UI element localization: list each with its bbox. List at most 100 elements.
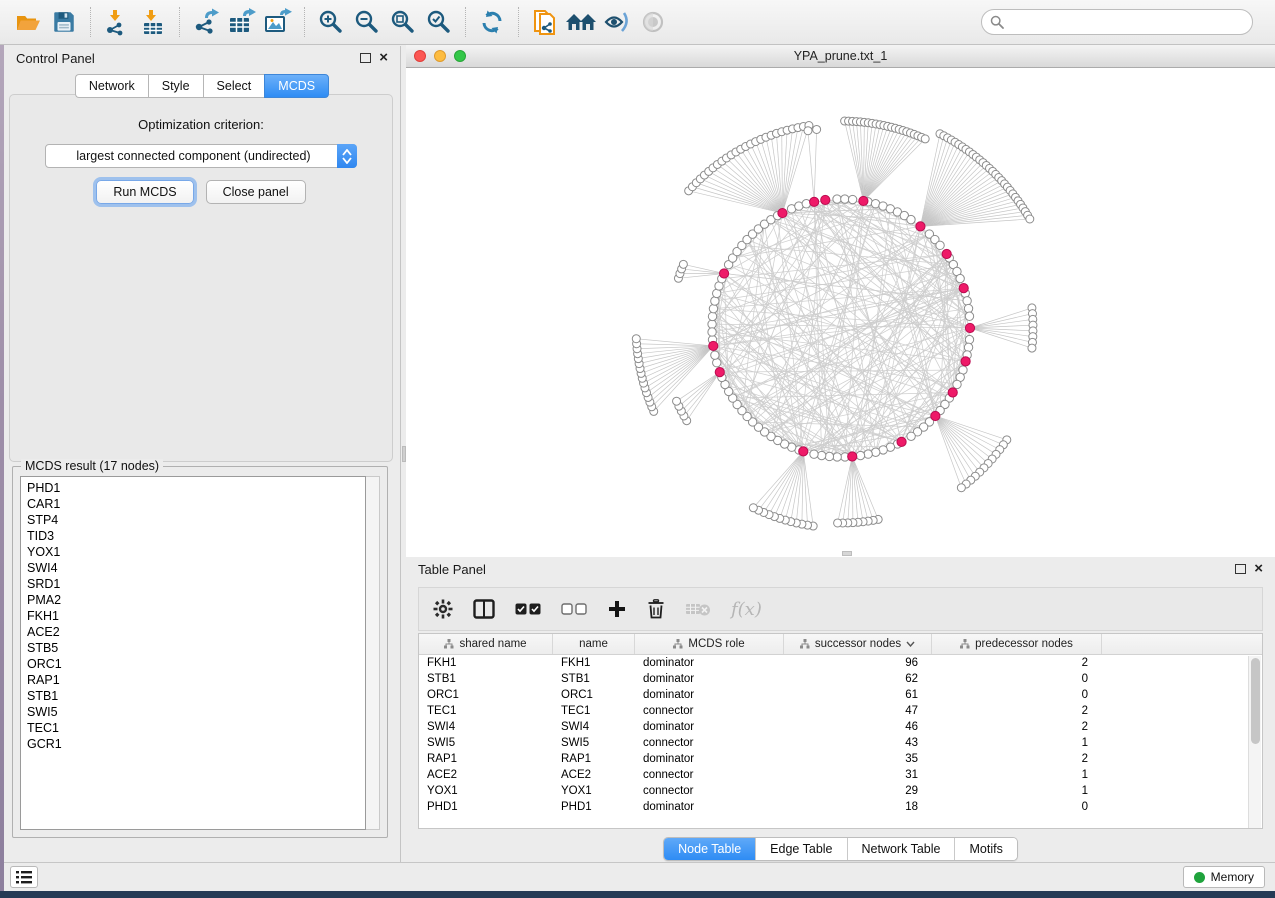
network-canvas[interactable] bbox=[406, 68, 1275, 556]
tab-network[interactable]: Network bbox=[75, 74, 148, 98]
memory-button[interactable]: Memory bbox=[1183, 866, 1265, 888]
network-node[interactable] bbox=[817, 451, 825, 459]
zoom-in-icon[interactable] bbox=[313, 5, 349, 39]
zoom-out-icon[interactable] bbox=[349, 5, 385, 39]
close-panel-icon[interactable]: × bbox=[379, 53, 388, 63]
run-mcds-button[interactable]: Run MCDS bbox=[96, 180, 193, 204]
network-node[interactable] bbox=[953, 380, 961, 388]
column-header-shared-name[interactable]: shared name bbox=[419, 634, 553, 654]
add-column-icon[interactable] bbox=[607, 599, 627, 619]
mcds-hub-node[interactable] bbox=[715, 368, 724, 377]
mcds-hub-node[interactable] bbox=[916, 222, 925, 231]
search-field[interactable] bbox=[981, 9, 1253, 35]
hide-details-icon[interactable] bbox=[599, 5, 635, 39]
network-node[interactable] bbox=[713, 359, 721, 367]
network-node[interactable] bbox=[864, 450, 872, 458]
leaf-node[interactable] bbox=[673, 397, 681, 405]
show-column-panel-icon[interactable] bbox=[473, 599, 495, 619]
mcds-hub-node[interactable] bbox=[821, 195, 830, 204]
export-table-icon[interactable] bbox=[224, 5, 260, 39]
network-node[interactable] bbox=[936, 241, 944, 249]
network-node[interactable] bbox=[708, 328, 716, 336]
mcds-result-item[interactable]: TEC1 bbox=[27, 720, 365, 736]
show-details-icon[interactable] bbox=[635, 5, 671, 39]
zoom-selected-icon[interactable] bbox=[421, 5, 457, 39]
mcds-result-item[interactable]: STB1 bbox=[27, 688, 365, 704]
mcds-hub-node[interactable] bbox=[961, 357, 970, 366]
leaf-node[interactable] bbox=[804, 127, 812, 135]
mcds-hub-node[interactable] bbox=[859, 196, 868, 205]
leaf-node[interactable] bbox=[749, 504, 757, 512]
mcds-result-item[interactable]: YOX1 bbox=[27, 544, 365, 560]
task-history-button[interactable] bbox=[10, 866, 38, 888]
mcds-result-item[interactable]: STB5 bbox=[27, 640, 365, 656]
mcds-result-item[interactable]: GCR1 bbox=[27, 736, 365, 752]
network-node[interactable] bbox=[965, 312, 973, 320]
table-row[interactable]: PHD1PHD1dominator180 bbox=[419, 799, 1262, 815]
save-session-icon[interactable] bbox=[46, 5, 82, 39]
import-network-icon[interactable] bbox=[99, 5, 135, 39]
mcds-list-scrollbar[interactable] bbox=[366, 476, 380, 830]
mcds-result-item[interactable]: SWI5 bbox=[27, 704, 365, 720]
table-scrollbar[interactable] bbox=[1248, 656, 1261, 828]
table-row[interactable]: ACE2ACE2connector311 bbox=[419, 767, 1262, 783]
delete-column-icon[interactable] bbox=[647, 599, 665, 619]
network-node[interactable] bbox=[907, 432, 915, 440]
tab-node-table[interactable]: Node Table bbox=[664, 838, 756, 860]
tab-edge-table[interactable]: Edge Table bbox=[756, 838, 847, 860]
table-row[interactable]: STB1STB1dominator620 bbox=[419, 671, 1262, 687]
mcds-result-item[interactable]: FKH1 bbox=[27, 608, 365, 624]
table-scrollbar-thumb[interactable] bbox=[1251, 658, 1260, 744]
mcds-hub-node[interactable] bbox=[799, 447, 808, 456]
leaf-node[interactable] bbox=[921, 135, 929, 143]
export-image-icon[interactable] bbox=[260, 5, 296, 39]
table-settings-icon[interactable] bbox=[433, 599, 453, 619]
table-row[interactable]: SWI4SWI4dominator462 bbox=[419, 719, 1262, 735]
tab-select[interactable]: Select bbox=[203, 74, 265, 98]
mcds-result-item[interactable]: RAP1 bbox=[27, 672, 365, 688]
network-node[interactable] bbox=[810, 450, 818, 458]
network-node[interactable] bbox=[708, 312, 716, 320]
column-header-MCDS-role[interactable]: MCDS role bbox=[635, 634, 784, 654]
leaf-node[interactable] bbox=[813, 125, 821, 133]
close-table-panel-icon[interactable]: × bbox=[1254, 564, 1263, 574]
table-row[interactable]: YOX1YOX1connector291 bbox=[419, 783, 1262, 799]
mcds-hub-node[interactable] bbox=[959, 284, 968, 293]
leaf-node[interactable] bbox=[632, 335, 640, 343]
network-node[interactable] bbox=[833, 195, 841, 203]
table-row[interactable]: SWI5SWI5connector431 bbox=[419, 735, 1262, 751]
mcds-hub-node[interactable] bbox=[948, 388, 957, 397]
mcds-hub-node[interactable] bbox=[778, 208, 787, 217]
network-node[interactable] bbox=[856, 451, 864, 459]
zoom-fit-icon[interactable] bbox=[385, 5, 421, 39]
search-input[interactable] bbox=[1009, 15, 1244, 29]
open-file-icon[interactable] bbox=[10, 5, 46, 39]
mcds-hub-node[interactable] bbox=[931, 411, 940, 420]
tab-network-table[interactable]: Network Table bbox=[848, 838, 956, 860]
float-table-panel-icon[interactable] bbox=[1235, 564, 1246, 574]
float-panel-icon[interactable] bbox=[360, 53, 371, 63]
home-icon[interactable] bbox=[563, 5, 599, 39]
network-node[interactable] bbox=[841, 195, 849, 203]
select-all-icon[interactable] bbox=[515, 603, 541, 615]
leaf-node[interactable] bbox=[1028, 344, 1036, 352]
mcds-result-item[interactable]: CAR1 bbox=[27, 496, 365, 512]
network-node[interactable] bbox=[848, 195, 856, 203]
network-node[interactable] bbox=[825, 452, 833, 460]
close-panel-button[interactable]: Close panel bbox=[206, 180, 306, 204]
table-row[interactable]: FKH1FKH1dominator962 bbox=[419, 655, 1262, 671]
export-network-icon[interactable] bbox=[188, 5, 224, 39]
table-row[interactable]: ORC1ORC1dominator610 bbox=[419, 687, 1262, 703]
network-node[interactable] bbox=[833, 453, 841, 461]
column-header-name[interactable]: name bbox=[553, 634, 635, 654]
mcds-hub-node[interactable] bbox=[719, 269, 728, 278]
mcds-result-item[interactable]: ACE2 bbox=[27, 624, 365, 640]
network-node[interactable] bbox=[709, 304, 717, 312]
horizontal-splitter-grip[interactable] bbox=[842, 551, 852, 556]
table-row[interactable]: TEC1TEC1connector472 bbox=[419, 703, 1262, 719]
tab-motifs[interactable]: Motifs bbox=[955, 838, 1016, 860]
mcds-result-item[interactable]: STP4 bbox=[27, 512, 365, 528]
network-node[interactable] bbox=[965, 335, 973, 343]
mcds-result-item[interactable]: TID3 bbox=[27, 528, 365, 544]
mcds-hub-node[interactable] bbox=[942, 249, 951, 258]
